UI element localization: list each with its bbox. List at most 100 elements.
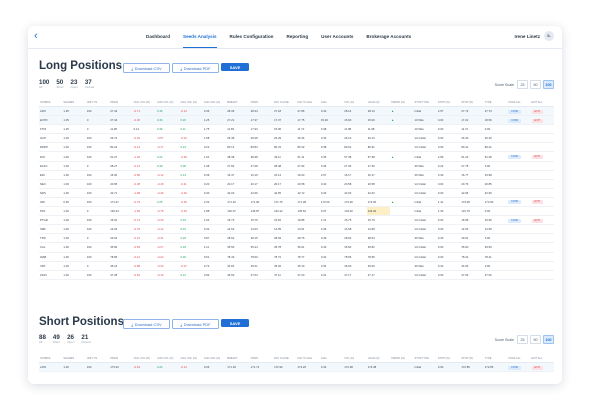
score-scale-option[interactable]: 50 [530,80,541,89]
download-csv-button[interactable]: ⤓ Download CSV [123,63,170,73]
column-header[interactable]: STOP TYPE [413,98,437,107]
stat-all[interactable]: 88 All [39,334,46,345]
table-row[interactable]: ELSO 1.00 0 28.27 -0.41 0.39 0.08 1.08 27.84 27.0… [39,161,554,171]
table-row[interactable]: ERI 1.00 100 16.00 -0.80 -0.12 0.13 0.39 16.47 16… [39,170,554,180]
conf-button[interactable]: CONF [508,118,522,123]
exit-button[interactable]: EXIT [531,365,544,370]
table-row[interactable]: TPR 1.00 0 29.04 -0.31 -0.41 0.28 0.87 28.62 28.1… [39,233,554,244]
table-row[interactable]: PTGR 1.00 100 15.91 -0.73 -0.26 0.15 1.62 15.73 1… [39,215,554,226]
column-header[interactable]: CHG VOL (%) [156,354,180,363]
column-header[interactable]: CHG VOL (%) [179,354,203,363]
exit-button[interactable]: EXIT [531,118,544,123]
avatar[interactable]: IL [544,31,554,41]
column-header[interactable]: CONF ALL [507,354,531,363]
download-pdf-button[interactable]: ⤓ Download PDF [172,319,219,329]
save-button[interactable]: SAVE [221,63,249,71]
tab-rules-configuration[interactable]: Rules Configuration [230,26,274,48]
tab-dashboard[interactable]: Dashboard [146,26,170,48]
table-row[interactable]: DIO 1.00 100 51.27 -1.26 0.24 -0.39 1.91 38.38 38… [39,151,554,162]
tab-reporting[interactable]: Reporting [286,26,308,48]
column-header[interactable]: UNIT CS [85,98,110,107]
table-row[interactable]: WAB 1.00 100 78.83 -0.41 -0.22 0.06 0.51 78.43 78… [39,252,554,262]
exit-button[interactable]: EXIT [531,200,544,205]
column-header[interactable]: CHG VOL (%) [156,98,180,107]
column-header[interactable]: DAY % CHG [296,98,320,107]
stat-closed[interactable]: 37 Closed [85,79,94,90]
table-row[interactable]: FTNI 1.25 0 11.95 0.14 0.36 0.11 1.75 11.65 17.93… [39,124,554,135]
column-header[interactable]: LOAD (%) [366,98,391,107]
column-header[interactable]: BREAKT [226,354,250,363]
table-row[interactable]: PFF 1.00 0 136.34 -1.65 -0.78 -0.33 1.88 130.07 1… [39,206,554,217]
score-scale-option[interactable]: 25 [517,335,528,344]
stat-short[interactable]: 49 Short [53,334,60,345]
column-header[interactable]: LOAD (%) [366,354,391,363]
exit-button[interactable]: EXIT [531,109,544,114]
column-header[interactable]: TREND (%) [390,98,414,107]
column-header[interactable]: CHG [319,98,344,107]
column-header[interactable]: CONF ALL [507,98,531,107]
column-header[interactable]: VOL (%) [343,354,367,363]
column-header[interactable]: CHG [319,354,344,363]
stat-open[interactable]: 23 Open [71,79,78,90]
column-header[interactable]: STOP (%) [460,98,484,107]
tab-user-accounts[interactable]: User Accounts [321,26,353,48]
column-header[interactable]: EXIT ALL [530,354,554,363]
exit-button[interactable]: EXIT [531,155,544,160]
back-arrow-icon[interactable]: ‹ [34,30,38,42]
conf-button[interactable]: CONF [508,365,522,370]
table-row[interactable]: AON 1.00 100 173.20 -0.64 0.24 -0.13 0.66 171.18… [39,362,554,373]
conf-button[interactable]: CONF [508,109,522,114]
table-row[interactable]: ORI 0.90 100 171.97 -0.79 0.25 -0.45 2.32 171.22… [39,197,554,208]
stat-all[interactable]: 100 All [39,79,49,90]
table-row[interactable]: NEX 1.00 100 20.95 -0.38 -0.18 -0.11 0.20 20.17 2… [39,179,554,189]
column-header[interactable]: VOL (%) [343,98,367,107]
conf-button[interactable]: CONF [508,218,522,223]
table-row[interactable]: NDS 1.00 100 42.71 -1.98 -0.36 -0.20 0.40 42.03 4… [39,188,554,198]
column-header[interactable]: CHG VOL (%) [202,354,227,363]
download-pdf-button[interactable]: ⤓ Download PDF [172,63,219,73]
column-header[interactable]: DAY CLOSE [273,354,297,363]
column-header[interactable]: OPEN [249,98,274,107]
stat-open[interactable]: 26 Open [67,334,74,345]
column-header[interactable]: TYPE [483,98,508,107]
column-header[interactable]: BREAKT [226,98,250,107]
table-row[interactable]: UAL 1.00 100 35.82 -0.65 -0.27 0.18 1.11 35.50 35… [39,242,554,253]
table-row[interactable]: GCP 1.00 100 26.74 -0.20 -0.57 -0.01 1.58 26.48 2… [39,133,554,144]
column-header[interactable]: CHG VOL (%) [132,98,157,107]
column-header[interactable]: SYMBOL [39,354,63,363]
column-header[interactable]: OPEN [249,354,274,363]
column-header[interactable]: SHARES [62,354,86,363]
stat-short[interactable]: 50 Short [56,79,63,90]
tab-seeds-analysis[interactable]: Seeds Analysis [183,26,217,48]
column-header[interactable]: CHG VOL (%) [179,98,203,107]
user-menu[interactable]: Irene Linetz IL [514,31,554,41]
score-scale-option[interactable]: 50 [530,335,541,344]
column-header[interactable]: STOP TYPE [413,354,437,363]
table-row[interactable]: EXTR 1.35 0 27.34 -0.30 0.36 0.26 1.25 27.21 17.3… [39,115,554,126]
conf-button[interactable]: CONF [508,155,522,160]
column-header[interactable]: TYPE [483,354,508,363]
column-header[interactable]: STOP (%) [436,354,461,363]
conf-button[interactable]: CONF [508,200,522,205]
table-row[interactable]: SMF 1.00 100 14.64 -0.76 -0.12 0.04 0.32 14.52 14… [39,224,554,235]
tab-brokerage-accounts[interactable]: Brokerage Accounts [366,26,411,48]
stat-closed[interactable]: 21 Closed [81,334,90,345]
column-header[interactable]: SHARES [62,98,86,107]
column-header[interactable]: UNIT CS [85,354,110,363]
column-header[interactable]: TREND (%) [390,354,414,363]
score-scale-option[interactable]: 100 [543,80,554,89]
table-row[interactable]: DDDP 1.00 100 80.24 -0.14 -0.17 0.23 0.22 80.14 8… [39,142,554,153]
column-header[interactable]: DAY % CHG [296,354,320,363]
column-header[interactable]: CHG VOL (%) [132,354,157,363]
table-row[interactable]: XRT 1.00 0 45.16 -0.88 -0.33 -0.07 0.73 44.81 45.… [39,261,554,271]
column-header[interactable]: PRICE [109,98,133,107]
column-header[interactable]: SYMBOL [39,98,63,107]
column-header[interactable]: CHG VOL (%) [202,98,227,107]
table-row[interactable]: ADS 1.35 100 27.44 -0.71 0.36 -0.13 0.36 28.36 28… [39,106,554,117]
column-header[interactable]: DAY CLOSE [273,98,297,107]
table-row[interactable]: ZION 1.00 100 47.28 -0.52 -0.19 0.12 0.94 46.93 4… [39,270,554,280]
column-header[interactable]: EXIT ALL [530,98,554,107]
download-csv-button[interactable]: ⤓ Download CSV [123,319,170,329]
column-header[interactable]: STOP (%) [460,354,484,363]
exit-button[interactable]: EXIT [531,218,544,223]
